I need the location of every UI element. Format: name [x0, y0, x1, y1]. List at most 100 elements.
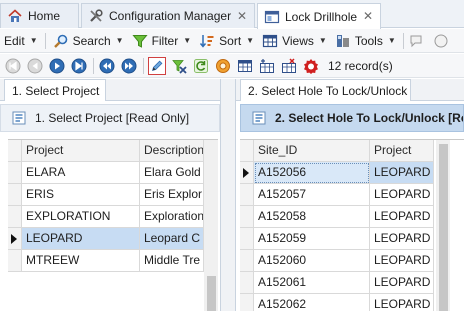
table-row[interactable]: A152062 LEOPARD — [240, 294, 434, 311]
project-cell[interactable]: ERIS — [22, 184, 140, 206]
next-page-button[interactable] — [120, 57, 138, 75]
table-row[interactable]: ERIS Eris Explor — [8, 184, 204, 206]
tools-menu[interactable]: Tools ▼ — [331, 30, 400, 52]
scrollbar-thumb[interactable] — [207, 276, 216, 311]
sort-menu[interactable]: Sort ▼ — [195, 30, 258, 52]
chevron-down-icon: ▼ — [246, 36, 255, 45]
first-page-button[interactable] — [98, 57, 116, 75]
tab-home-label: Home — [28, 9, 61, 23]
project-cell[interactable]: LEOPARD — [370, 206, 434, 228]
column-header-project[interactable]: Project — [370, 140, 434, 162]
table-row[interactable]: A152060 LEOPARD — [240, 250, 434, 272]
first-record-button[interactable] — [4, 57, 22, 75]
site-id-cell[interactable]: A152061 — [254, 272, 370, 294]
filter-icon — [131, 33, 148, 49]
panel-splitter[interactable] — [220, 79, 236, 311]
close-icon[interactable]: ✕ — [236, 10, 248, 22]
project-cell[interactable]: LEOPARD — [370, 184, 434, 206]
project-cell[interactable]: LEOPARD — [370, 272, 434, 294]
edit-pencil-icon — [151, 60, 163, 71]
project-cell[interactable]: LEOPARD — [370, 228, 434, 250]
table-row[interactable]: ELARA Elara Gold — [8, 162, 204, 184]
description-cell[interactable]: Elara Gold — [140, 162, 204, 184]
scrollbar-thumb[interactable] — [439, 144, 448, 311]
description-cell[interactable]: Eris Explor — [140, 184, 204, 206]
tab-select-project[interactable]: 1. Select Project — [4, 79, 106, 101]
views-icon — [262, 33, 278, 49]
project-cell[interactable]: LEOPARD — [22, 228, 140, 250]
drillhole-grid: Site_ID Project A152056 LEOPARD A152057 … — [240, 139, 464, 311]
refresh-button[interactable] — [192, 57, 210, 75]
project-cell[interactable]: LEOPARD — [370, 294, 434, 311]
row-indicator — [240, 206, 254, 228]
project-grid-scrollbar[interactable] — [204, 140, 218, 311]
drillhole-grid-scrollbar[interactable] — [436, 140, 450, 311]
next-record-button[interactable] — [48, 57, 66, 75]
chevron-down-icon: ▼ — [318, 36, 327, 45]
column-header-project[interactable]: Project — [22, 140, 140, 162]
table-row-selected[interactable]: A152056 LEOPARD — [240, 162, 434, 184]
tab-lock-drillhole-label: Lock Drillhole — [285, 9, 358, 24]
project-cell[interactable]: LEOPARD — [370, 250, 434, 272]
filter-menu[interactable]: Filter ▼ — [128, 30, 196, 52]
current-row-pointer-icon — [11, 234, 17, 244]
previous-record-button[interactable] — [26, 57, 44, 75]
document-tab-strip: Home Configuration Manager ✕ Lock Drillh… — [0, 0, 464, 29]
site-id-cell[interactable]: A152059 — [254, 228, 370, 250]
clear-filter-button[interactable] — [170, 57, 188, 75]
site-id-cell[interactable]: A152056 — [254, 162, 370, 184]
chevron-down-icon: ▼ — [183, 36, 192, 45]
tools-icon — [88, 8, 104, 24]
tab-home[interactable]: Home — [0, 3, 79, 28]
tab-configuration-manager[interactable]: Configuration Manager ✕ — [81, 3, 255, 28]
toolbar-divider — [93, 57, 94, 74]
table-row[interactable]: A152058 LEOPARD — [240, 206, 434, 228]
views-menu[interactable]: Views ▼ — [258, 30, 331, 52]
edit-menu-label: Edit — [4, 33, 25, 48]
row-indicator — [8, 206, 22, 228]
grid-remove-button[interactable] — [280, 57, 298, 75]
project-cell[interactable]: ELARA — [22, 162, 140, 184]
options-button[interactable] — [214, 57, 232, 75]
site-id-cell[interactable]: A152058 — [254, 206, 370, 228]
table-row-selected[interactable]: LEOPARD Leopard C — [8, 228, 204, 250]
table-row[interactable]: EXPLORATION Exploration — [8, 206, 204, 228]
description-cell[interactable]: Exploration — [140, 206, 204, 228]
grid-layout-button[interactable] — [236, 57, 254, 75]
table-row[interactable]: A152061 LEOPARD — [240, 272, 434, 294]
select-hole-header-label: 2. Select Hole To Lock/Unlock [Re — [275, 111, 464, 125]
search-icon — [53, 33, 69, 49]
comment-button[interactable] — [407, 30, 431, 52]
chevron-down-icon: ▼ — [387, 36, 396, 45]
tab-lock-drillhole[interactable]: Lock Drillhole ✕ — [257, 3, 381, 29]
project-cell[interactable]: LEOPARD — [370, 162, 434, 184]
grid-add-button[interactable] — [258, 57, 276, 75]
toolbar-divider — [402, 32, 404, 49]
menu-toolbar: Edit ▼ Search ▼ Filter ▼ Sort ▼ Views ▼ Tools… — [0, 29, 464, 53]
site-id-cell[interactable]: A152060 — [254, 250, 370, 272]
column-header-site-id[interactable]: Site_ID — [254, 140, 370, 162]
edit-menu[interactable]: Edit ▼ — [0, 30, 42, 52]
project-cell[interactable]: EXPLORATION — [22, 206, 140, 228]
edit-pencil-button[interactable] — [148, 56, 166, 75]
comment-icon — [409, 33, 425, 49]
tab-select-hole[interactable]: 2. Select Hole To Lock/Unlock — [240, 79, 411, 101]
description-cell[interactable]: Leopard C — [140, 228, 204, 250]
help-button[interactable] — [431, 30, 455, 52]
last-record-button[interactable] — [70, 57, 88, 75]
site-id-cell[interactable]: A152057 — [254, 184, 370, 206]
column-header-description[interactable]: Description — [140, 140, 204, 162]
navigation-toolbar: 12 record(s) — [0, 54, 464, 78]
site-id-cell[interactable]: A152062 — [254, 294, 370, 311]
table-row[interactable]: A152059 LEOPARD — [240, 228, 434, 250]
select-project-panel: 1. Select Project 1. Select Project [Rea… — [0, 79, 220, 311]
row-indicator-header — [8, 140, 22, 162]
sort-menu-label: Sort — [219, 33, 242, 48]
table-row[interactable]: A152057 LEOPARD — [240, 184, 434, 206]
toolbar-divider — [143, 57, 144, 74]
table-row[interactable]: MTREEW Middle Tre — [8, 250, 204, 272]
search-menu[interactable]: Search ▼ — [49, 30, 128, 52]
close-icon[interactable]: ✕ — [362, 10, 374, 22]
project-cell[interactable]: MTREEW — [22, 250, 140, 272]
description-cell[interactable]: Middle Tre — [140, 250, 204, 272]
